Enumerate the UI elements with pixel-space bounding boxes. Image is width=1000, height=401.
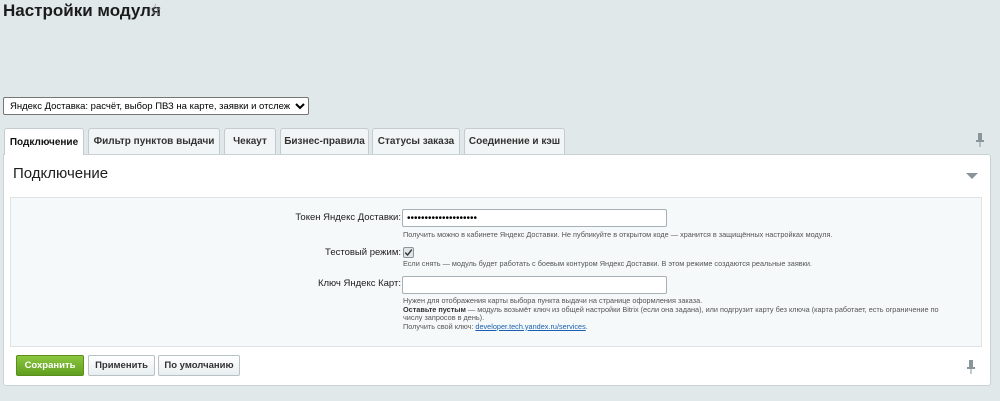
collapse-icon[interactable] — [966, 173, 978, 179]
tab-connection[interactable]: Подключение — [4, 128, 84, 155]
token-label: Токен Яндекс Доставки: — [295, 212, 401, 223]
maps-key-label: Ключ Яндекс Карт: — [317, 278, 401, 289]
maps-key-hint-line4: Получить свой ключ: developer.tech.yande… — [403, 321, 939, 332]
test-mode-checkbox[interactable] — [403, 247, 414, 258]
module-select[interactable]: Яндекс Доставка: расчёт, выбор ПВЗ на ка… — [3, 97, 309, 115]
apply-button[interactable]: Применить — [88, 355, 155, 376]
maps-key-hint: Нужен для отображения карты выбора пункт… — [403, 296, 939, 332]
maps-key-link-prefix: Получить свой ключ: — [403, 321, 476, 331]
tab-connection-cache[interactable]: Соединение и кэш — [464, 128, 565, 154]
save-button[interactable]: Сохранить — [16, 355, 84, 376]
maps-key-link[interactable]: developer.tech.yandex.ru/services — [475, 322, 585, 331]
pin-icon[interactable] — [975, 133, 985, 147]
tab-pickup-filter[interactable]: Фильтр пунктов выдачи — [88, 128, 220, 154]
test-mode-label: Тестовый режим: — [325, 247, 401, 258]
star-icon[interactable]: ☆ — [148, 3, 162, 19]
tab-checkout[interactable]: Чекаут — [224, 128, 276, 154]
settings-panel: Подключение Токен Яндекс Доставки: Получ… — [3, 154, 991, 386]
pin-icon[interactable] — [966, 360, 976, 374]
section-title: Подключение — [13, 165, 109, 182]
form-box: Токен Яндекс Доставки: Получить можно в … — [10, 197, 982, 347]
checkmark-icon — [404, 249, 413, 257]
defaults-button[interactable]: По умолчанию — [158, 355, 240, 376]
token-input[interactable] — [402, 209, 667, 227]
tab-business-rules[interactable]: Бизнес-правила — [280, 128, 369, 154]
maps-key-hint-text: — модуль возьмёт ключ из общей настройки… — [465, 304, 939, 314]
maps-key-input[interactable] — [402, 276, 667, 294]
maps-key-link-suffix: . — [585, 321, 588, 331]
test-mode-hint: Если снять — модуль будет работать с бое… — [403, 259, 812, 268]
token-hint: Получить можно в кабинете Яндекс Доставк… — [403, 230, 833, 239]
tab-order-statuses[interactable]: Статусы заказа — [372, 128, 460, 154]
page-title: Настройки модуля — [3, 1, 161, 20]
